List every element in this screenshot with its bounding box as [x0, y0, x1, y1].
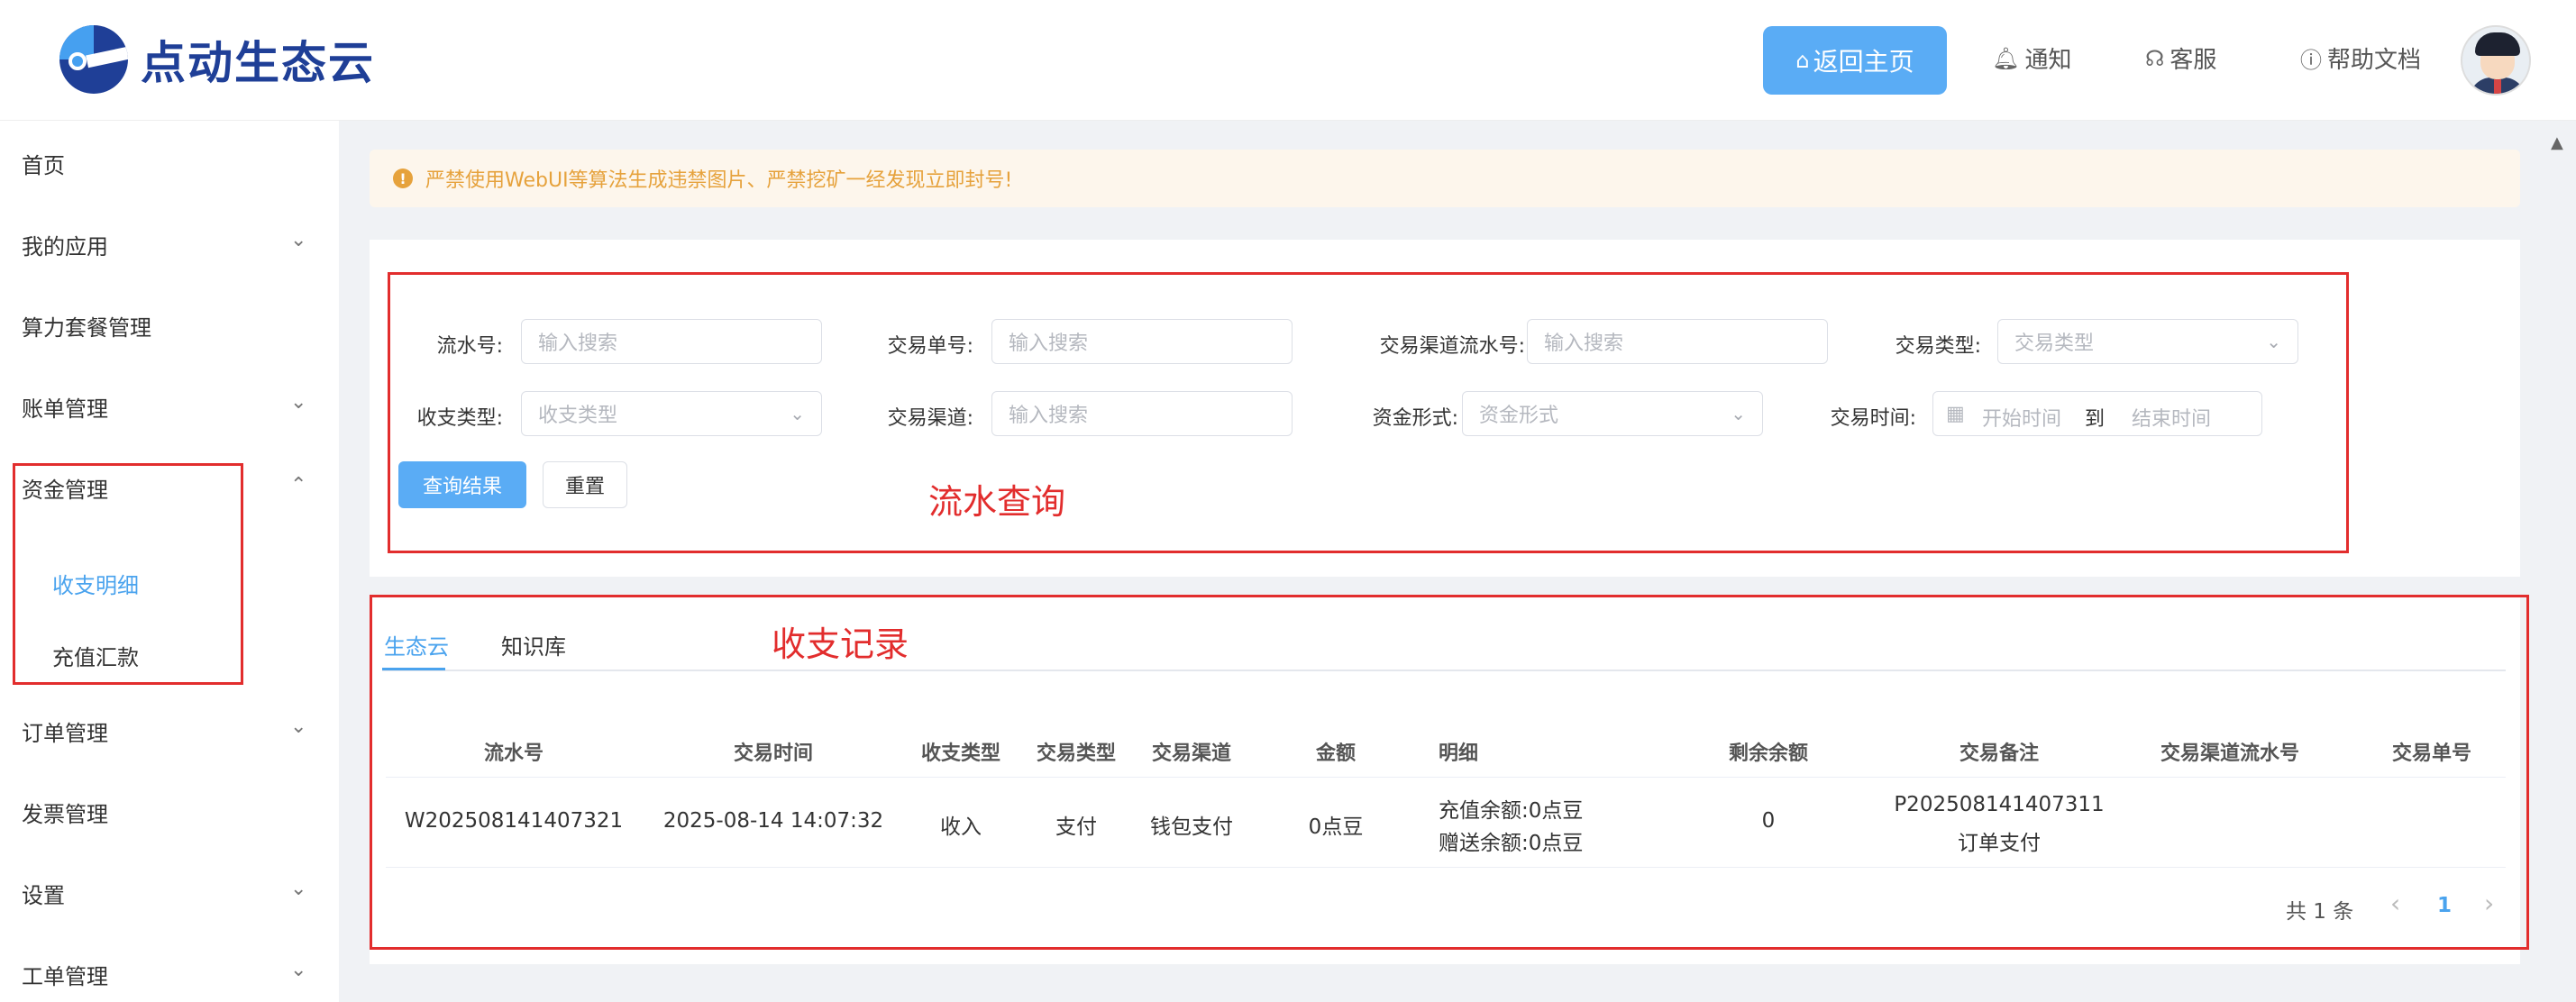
chevron-down-icon[interactable]: ⌄ — [290, 878, 306, 900]
sidebar-item-my-apps[interactable]: 我的应用 — [22, 229, 108, 260]
warning-icon: ! — [393, 169, 413, 188]
chevron-up-icon[interactable]: ⌃ — [290, 474, 306, 496]
service-link[interactable]: ☊ 客服 — [2145, 41, 2216, 75]
question-circle-icon: ⓘ — [2300, 48, 2322, 73]
chevron-down-icon[interactable]: ⌄ — [290, 959, 306, 981]
chevron-down-icon[interactable]: ⌄ — [290, 715, 306, 738]
highlight-box-funds-menu — [13, 463, 243, 685]
avatar[interactable] — [2461, 25, 2531, 96]
sidebar-item-home[interactable]: 首页 — [22, 148, 65, 179]
sidebar-item-billing[interactable]: 账单管理 — [22, 391, 108, 423]
sidebar-item-orders[interactable]: 订单管理 — [22, 715, 108, 747]
sidebar-item-invoices[interactable]: 发票管理 — [22, 797, 108, 828]
notify-link[interactable]: 🔔︎ 通知 — [1992, 41, 2071, 75]
scroll-up-arrow-icon[interactable]: ▲ — [2551, 133, 2569, 152]
logo-text: 点动生态云 — [141, 37, 375, 89]
sidebar-item-settings[interactable]: 设置 — [22, 878, 65, 909]
home-button[interactable]: ⌂ 返回主页 — [1763, 26, 1947, 95]
home-icon: ⌂ — [1795, 48, 1810, 73]
logo-icon — [59, 25, 128, 94]
chevron-down-icon[interactable]: ⌄ — [290, 391, 306, 414]
headset-icon: ☊ — [2145, 45, 2165, 71]
warning-notice: ! 严禁使用WebUI等算法生成违禁图片、严禁挖矿一经发现立即封号! — [370, 150, 2520, 207]
help-docs-link[interactable]: ⓘ 帮助文档 — [2300, 41, 2421, 75]
top-header: 点动生态云 ⌂ 返回主页 🔔︎ 通知 ☊ 客服 ⓘ 帮助文档 — [0, 0, 2576, 121]
highlight-box-records — [370, 595, 2529, 950]
sidebar-item-compute-plans[interactable]: 算力套餐管理 — [22, 310, 151, 342]
highlight-box-flow-query — [388, 272, 2349, 553]
chevron-down-icon[interactable]: ⌄ — [290, 229, 306, 251]
bell-icon: 🔔︎ — [1992, 45, 2020, 71]
logo[interactable]: 点动生态云 — [59, 25, 375, 94]
sidebar-item-tickets[interactable]: 工单管理 — [22, 959, 108, 990]
